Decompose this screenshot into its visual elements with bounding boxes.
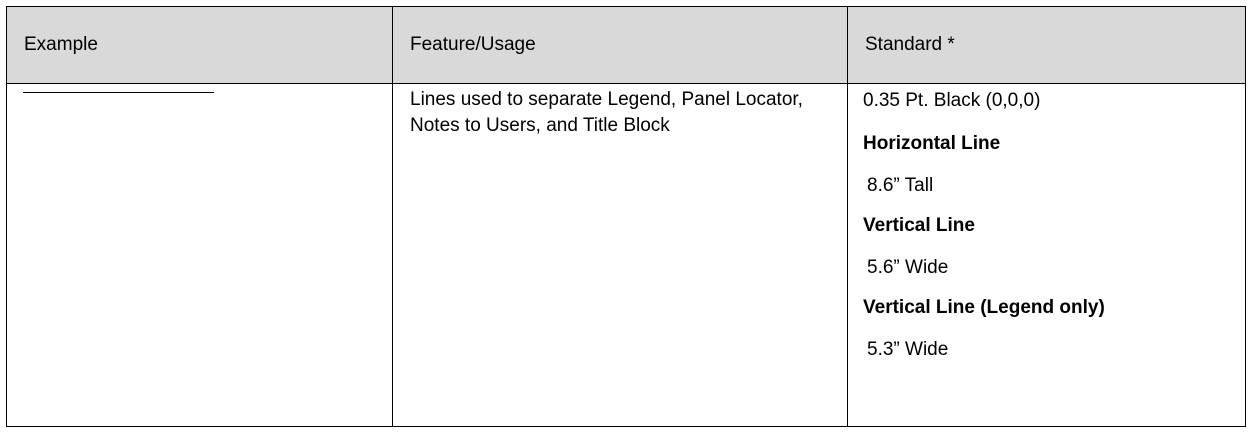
standard-horizontal-line-value: 8.6” Tall: [867, 175, 934, 196]
example-separator-line: [23, 92, 214, 93]
standard-line-weight: 0.35 Pt. Black (0,0,0): [863, 90, 1041, 111]
standard-vertical-line-legend-heading: Vertical Line (Legend only): [863, 297, 1105, 318]
standard-horizontal-line-heading: Horizontal Line: [863, 133, 1001, 154]
column-divider: [392, 7, 393, 426]
standard-vertical-line-legend-value: 5.3” Wide: [867, 339, 949, 360]
header-example: Example: [24, 34, 98, 55]
column-divider: [847, 7, 848, 426]
table-header-row: [7, 7, 1245, 84]
header-standard: Standard *: [865, 34, 955, 55]
standard-vertical-line-value: 5.6” Wide: [867, 257, 949, 278]
header-feature-usage: Feature/Usage: [410, 34, 536, 55]
usage-description: Lines used to separate Legend, Panel Loc…: [410, 89, 803, 136]
standards-table: Example Feature/Usage Standard * Lines u…: [6, 6, 1246, 427]
standard-vertical-line-heading: Vertical Line: [863, 215, 975, 236]
